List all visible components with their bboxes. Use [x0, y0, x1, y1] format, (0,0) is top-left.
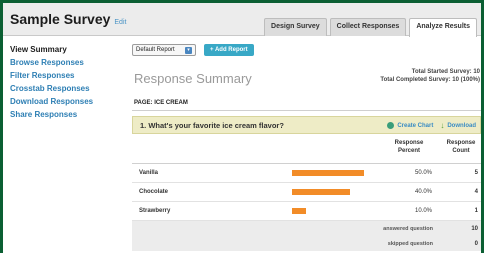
response-bar	[292, 170, 365, 176]
tab-design-survey[interactable]: Design Survey	[264, 18, 327, 36]
download-icon: ↓	[440, 121, 445, 130]
col-header-count-line2: Count	[452, 148, 470, 154]
page-label: PAGE: ICE CREAM	[132, 95, 481, 111]
app-window: Sample Survey Edit Design Survey Collect …	[3, 3, 481, 253]
download-button[interactable]: ↓ Download	[440, 121, 476, 130]
row-label: Vanilla	[139, 170, 159, 176]
total-completed: Total Completed Survey: 10 (100%)	[380, 77, 480, 83]
sidebar-item-view-summary[interactable]: View Summary	[10, 43, 120, 56]
survey-title: Sample Survey Edit	[10, 11, 126, 27]
tab-analyze-results[interactable]: Analyze Results	[409, 18, 477, 37]
question-actions: Create Chart ↓ Download	[387, 121, 476, 130]
row-count: 5	[474, 170, 478, 176]
create-chart-button[interactable]: Create Chart	[387, 122, 433, 129]
response-bar	[292, 189, 350, 195]
page-title: Response Summary	[134, 71, 252, 86]
chart-icon	[387, 122, 395, 129]
bar-track	[292, 170, 377, 176]
download-label: Download	[447, 122, 476, 129]
total-started: Total Started Survey: 10	[411, 69, 480, 75]
skipped-row: skipped question 0	[132, 236, 481, 251]
survey-counts: Total Started Survey: 10 Total Completed…	[380, 68, 480, 84]
answered-row: answered question 10	[132, 221, 481, 236]
col-header-percent-line2: Percent	[397, 148, 420, 154]
row-label: Strawberry	[139, 208, 171, 214]
report-select[interactable]: Default Report ▾	[132, 44, 196, 56]
table-footer: answered question 10 skipped question 0	[132, 221, 481, 251]
sidebar-item-filter-responses[interactable]: Filter Responses	[10, 69, 120, 82]
table-row: Strawberry 10.0% 1	[132, 202, 481, 221]
bar-track	[292, 208, 377, 214]
add-report-button[interactable]: + Add Report	[204, 44, 254, 56]
col-header-count-line1: Response	[446, 140, 476, 146]
main-content: Default Report ▾ + Add Report Response S…	[132, 43, 481, 251]
sidebar-item-share-responses[interactable]: Share Responses	[10, 108, 120, 121]
summary-header: Response Summary Total Started Survey: 1…	[132, 57, 481, 91]
tab-collect-responses[interactable]: Collect Responses	[329, 18, 407, 36]
table-header: Response Percent Response Count	[132, 136, 481, 164]
sidebar-item-crosstab-responses[interactable]: Crosstab Responses	[10, 82, 120, 95]
header: Sample Survey Edit Design Survey Collect …	[3, 3, 481, 37]
row-count: 1	[474, 208, 478, 214]
report-select-value: Default Report	[136, 47, 175, 53]
col-header-count: Response Count	[442, 139, 480, 155]
bar-track	[292, 189, 377, 195]
report-controls: Default Report ▾ + Add Report	[132, 43, 481, 57]
row-label: Chocolate	[139, 189, 169, 195]
sidebar: View Summary Browse Responses Filter Res…	[10, 43, 120, 121]
row-percent: 40.0%	[414, 189, 432, 195]
response-table: Response Percent Response Count Vanilla …	[132, 136, 481, 251]
skipped-value: 0	[474, 241, 478, 247]
create-chart-label: Create Chart	[397, 122, 434, 129]
question-text: 1. What's your favorite ice cream flavor…	[140, 121, 284, 130]
tab-bar: Design Survey Collect Responses Analyze …	[264, 18, 477, 37]
question-header: 1. What's your favorite ice cream flavor…	[132, 116, 481, 134]
chevron-down-icon: ▾	[185, 46, 192, 54]
col-header-percent: Response Percent	[384, 139, 434, 155]
row-percent: 10.0%	[414, 208, 432, 214]
edit-title-link[interactable]: Edit	[114, 19, 126, 26]
sidebar-item-download-responses[interactable]: Download Responses	[10, 95, 120, 108]
table-row: Vanilla 50.0% 5	[132, 164, 481, 183]
answered-label: answered question	[383, 226, 433, 232]
sidebar-item-browse-responses[interactable]: Browse Responses	[10, 56, 120, 69]
survey-title-text: Sample Survey	[10, 11, 111, 27]
row-count: 4	[474, 189, 478, 195]
answered-value: 10	[471, 226, 478, 232]
row-percent: 50.0%	[414, 170, 432, 176]
table-row: Chocolate 40.0% 4	[132, 183, 481, 202]
col-header-percent-line1: Response	[394, 140, 424, 146]
skipped-label: skipped question	[387, 241, 433, 247]
response-bar	[292, 208, 307, 214]
